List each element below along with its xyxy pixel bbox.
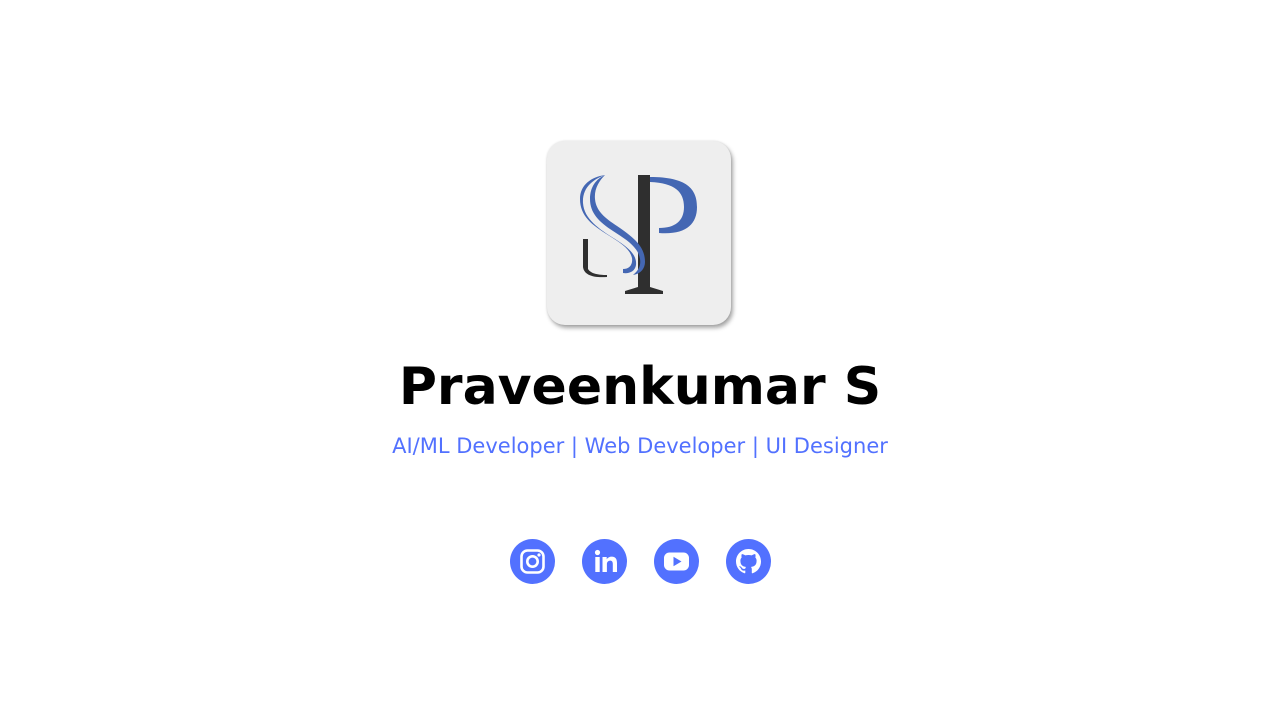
linkedin-icon [594, 549, 617, 572]
social-links [510, 539, 771, 584]
youtube-icon [664, 552, 689, 571]
instagram-button[interactable] [510, 539, 555, 584]
instagram-icon [520, 549, 545, 574]
github-icon [736, 549, 761, 574]
profile-tagline: AI/ML Developer | Web Developer | UI Des… [392, 434, 888, 458]
profile-name: Praveenkumar S [398, 357, 882, 417]
profile-logo [547, 141, 731, 325]
github-button[interactable] [726, 539, 771, 584]
youtube-button[interactable] [654, 539, 699, 584]
sp-monogram-icon [580, 175, 697, 294]
linkedin-button[interactable] [582, 539, 627, 584]
